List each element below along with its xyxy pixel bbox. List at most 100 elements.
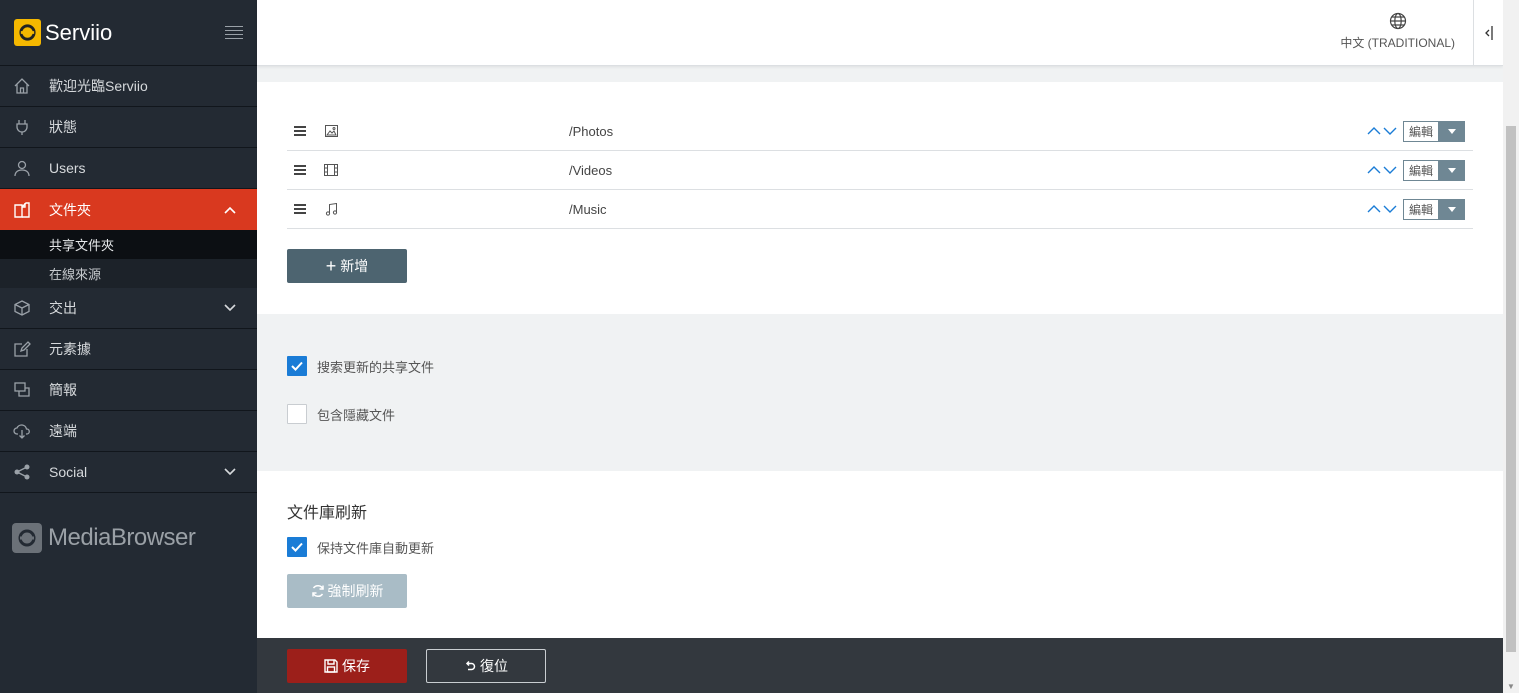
mediabrowser-link[interactable]: MediaBrowser <box>12 523 196 553</box>
folder-path: /Photos <box>569 123 614 139</box>
scrollbar-thumb[interactable] <box>1506 126 1516 652</box>
sidebar-item-label: 元素據 <box>49 341 91 357</box>
library-refresh-panel: 文件庫刷新 保持文件庫自動更新 強制刷新 <box>257 471 1503 638</box>
chevron-down-icon <box>224 468 236 476</box>
include-hidden-label: 包含隱藏文件 <box>317 407 396 423</box>
move-up-icon[interactable] <box>1367 204 1381 214</box>
sidebar: Serviio 歡迎光臨Serviio 狀態 Users 文件夾 共享文件夾 在… <box>0 0 257 693</box>
folder-actions: 編輯 <box>1365 120 1465 142</box>
check-icon <box>291 542 303 552</box>
save-label: 保存 <box>342 657 370 674</box>
edit-button[interactable]: 編輯 <box>1403 120 1439 142</box>
floppy-disk-icon <box>324 658 338 673</box>
documents-icon <box>12 200 32 220</box>
language-label: 中文 (TRADITIONAL) <box>1340 36 1455 50</box>
edit-button[interactable]: 編輯 <box>1403 159 1439 181</box>
add-folder-button[interactable]: + 新增 <box>287 249 407 283</box>
drag-handle-icon[interactable] <box>294 126 306 136</box>
reset-button[interactable]: 復位 <box>426 648 546 683</box>
sidebar-item-status[interactable]: 狀態 <box>0 107 257 148</box>
sidebar-item-label: Social <box>49 464 88 480</box>
scroll-down-arrow-icon[interactable]: ▼ <box>1507 682 1515 691</box>
force-refresh-label: 強制刷新 <box>327 583 384 599</box>
auto-update-label: 保持文件庫自動更新 <box>317 540 435 556</box>
main-content: /Photos 編輯 /Videos 編輯 /Music 編輯 + 新增 搜索更… <box>257 82 1503 638</box>
plug-icon <box>12 117 32 137</box>
edit-button[interactable]: 編輯 <box>1403 198 1439 220</box>
sidebar-item-users[interactable]: Users <box>0 148 257 189</box>
photo-icon <box>324 124 338 138</box>
edit-icon <box>12 339 32 359</box>
force-refresh-button[interactable]: 強制刷新 <box>287 574 407 608</box>
move-down-icon[interactable] <box>1383 165 1397 175</box>
sidebar-item-folders[interactable]: 文件夾 <box>0 189 257 230</box>
check-icon <box>291 361 303 371</box>
globe-icon <box>1389 12 1406 30</box>
folder-actions: 編輯 <box>1365 159 1465 181</box>
dropdown-caret-icon[interactable] <box>1439 159 1465 181</box>
box-icon <box>12 298 32 318</box>
folder-path: /Music <box>569 201 607 217</box>
sidebar-item-label: 遠端 <box>49 423 77 439</box>
sidebar-item-label: 文件夾 <box>49 201 91 218</box>
search-updates-checkbox[interactable] <box>287 356 307 376</box>
option-auto-update: 保持文件庫自動更新 <box>287 537 1473 557</box>
share-icon <box>12 462 32 482</box>
home-icon <box>12 76 32 96</box>
mediabrowser-logo-icon <box>12 523 42 553</box>
language-selector[interactable]: 中文 (TRADITIONAL) <box>1340 12 1455 51</box>
sidebar-item-delivery[interactable]: 交出 <box>0 288 257 329</box>
reset-label: 復位 <box>480 657 508 674</box>
sidebar-item-metadata[interactable]: 元素據 <box>0 329 257 370</box>
search-updates-label: 搜索更新的共享文件 <box>317 359 435 375</box>
page-scrollbar[interactable]: ▼ <box>1503 0 1519 693</box>
windows-icon <box>12 380 32 400</box>
sidebar-item-label: 簡報 <box>49 382 77 398</box>
brand-header: Serviio <box>0 0 257 66</box>
sidebar-item-social[interactable]: Social <box>0 452 257 493</box>
sidebar-item-presentation[interactable]: 簡報 <box>0 370 257 411</box>
brand-name: Serviio <box>45 19 113 45</box>
move-down-icon[interactable] <box>1383 204 1397 214</box>
sidebar-item-label: Users <box>49 160 86 176</box>
sidebar-item-remote[interactable]: 遠端 <box>0 411 257 452</box>
chevron-up-icon <box>224 206 236 214</box>
folder-options-panel: 搜索更新的共享文件 包含隱藏文件 <box>257 314 1503 471</box>
top-bar: 中文 (TRADITIONAL) <box>257 0 1503 66</box>
action-footer: 保存 復位 <box>257 638 1503 693</box>
move-up-icon[interactable] <box>1367 165 1381 175</box>
menu-toggle-icon[interactable] <box>225 25 243 40</box>
dropdown-caret-icon[interactable] <box>1439 198 1465 220</box>
refresh-icon <box>311 584 324 598</box>
serviio-logo-icon <box>14 19 41 46</box>
include-hidden-checkbox[interactable] <box>287 404 307 424</box>
drag-handle-icon[interactable] <box>294 204 306 214</box>
sidebar-item-label: 交出 <box>49 300 77 316</box>
sidebar-item-welcome[interactable]: 歡迎光臨Serviio <box>0 66 257 107</box>
option-include-hidden: 包含隱藏文件 <box>287 404 1473 424</box>
save-button[interactable]: 保存 <box>287 648 407 683</box>
folder-row-videos: /Videos 編輯 <box>287 151 1473 190</box>
cloud-download-icon <box>12 421 32 441</box>
auto-update-checkbox[interactable] <box>287 537 307 557</box>
collapse-panel-button[interactable] <box>1473 0 1503 66</box>
add-button-label: 新增 <box>340 258 369 274</box>
option-search-updates: 搜索更新的共享文件 <box>287 356 1473 376</box>
drag-handle-icon[interactable] <box>294 165 306 175</box>
film-icon <box>324 163 338 177</box>
sidebar-subitem-shared-folders[interactable]: 共享文件夾 <box>0 230 257 259</box>
sidebar-item-label: 狀態 <box>49 119 77 135</box>
folder-path: /Videos <box>569 162 613 178</box>
music-icon <box>324 202 338 216</box>
plus-icon: + <box>325 256 337 276</box>
shared-folders-panel: /Photos 編輯 /Videos 編輯 /Music 編輯 + 新增 <box>257 82 1503 314</box>
mediabrowser-label: MediaBrowser <box>48 524 196 551</box>
move-down-icon[interactable] <box>1383 126 1397 136</box>
collapse-left-icon <box>1484 26 1493 40</box>
move-up-icon[interactable] <box>1367 126 1381 136</box>
folder-actions: 編輯 <box>1365 198 1465 220</box>
section-title: 文件庫刷新 <box>287 505 368 522</box>
chevron-down-icon <box>224 304 236 312</box>
sidebar-subitem-online-sources[interactable]: 在線來源 <box>0 259 257 288</box>
dropdown-caret-icon[interactable] <box>1439 120 1465 142</box>
